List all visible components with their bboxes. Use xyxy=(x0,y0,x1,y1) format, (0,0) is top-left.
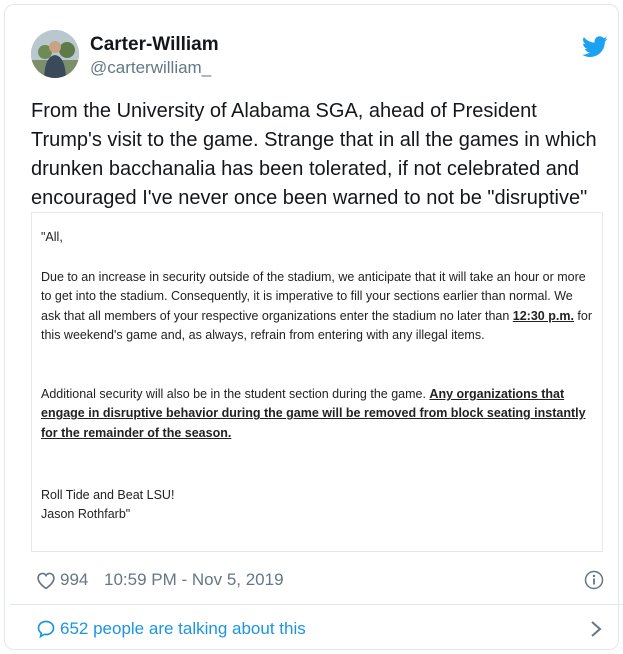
tweet-text: From the University of Alabama SGA, ahea… xyxy=(31,100,597,209)
memo-signature: Jason Rothfarb" xyxy=(41,507,131,521)
memo-paragraph-1: Due to an increase in security outside o… xyxy=(41,268,593,345)
tweet-card: Carter-William @carterwilliam_ From the … xyxy=(4,4,623,650)
tweet-header: Carter-William @carterwilliam_ xyxy=(31,30,611,82)
heart-icon[interactable] xyxy=(36,571,56,590)
like-count[interactable]: 994 xyxy=(60,570,88,590)
memo-closing: Roll Tide and Beat LSU! xyxy=(41,488,175,502)
talking-count-label[interactable]: 652 people are talking about this xyxy=(60,619,306,639)
memo-p1-text: Due to an increase in security outside o… xyxy=(41,270,586,323)
avatar[interactable] xyxy=(31,30,79,78)
twitter-bird-icon[interactable] xyxy=(582,36,608,58)
memo-p2-text: Additional security will also be in the … xyxy=(41,387,430,401)
comment-icon xyxy=(37,620,55,639)
conversation-link[interactable]: 652 people are talking about this xyxy=(31,616,611,642)
memo-p1-time: 12:30 p.m. xyxy=(512,308,574,323)
attached-memo-image[interactable]: "All, Due to an increase in security out… xyxy=(31,212,603,552)
chevron-right-icon[interactable] xyxy=(590,620,602,638)
memo-paragraph-2: Additional security will also be in the … xyxy=(41,385,593,443)
author-name[interactable]: Carter-William xyxy=(90,34,219,56)
divider xyxy=(10,604,623,605)
tweet-timestamp[interactable]: 10:59 PM - Nov 5, 2019 xyxy=(104,570,284,590)
info-icon[interactable] xyxy=(584,570,604,590)
memo-salutation: "All, xyxy=(41,230,63,244)
author-handle[interactable]: @carterwilliam_ xyxy=(90,58,211,78)
tweet-meta: 994 10:59 PM - Nov 5, 2019 xyxy=(31,568,611,592)
